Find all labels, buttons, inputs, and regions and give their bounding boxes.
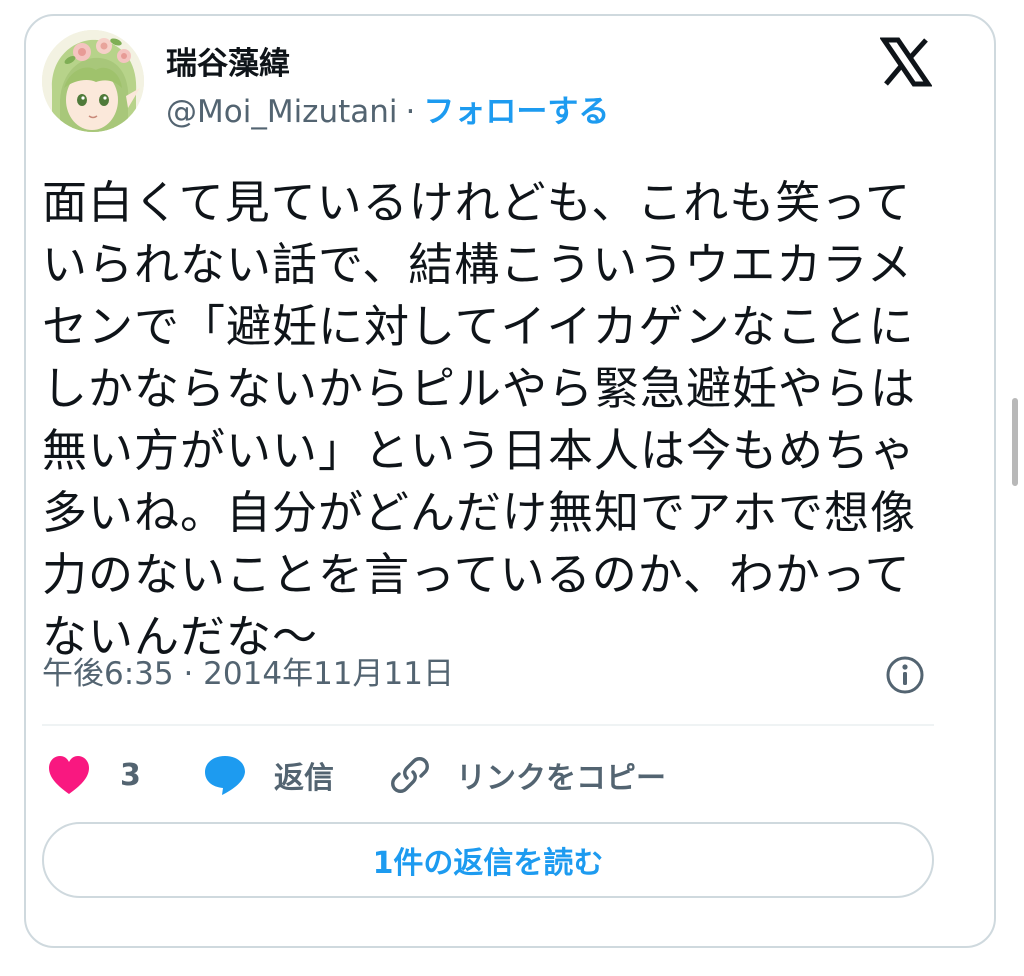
copy-link-label: リンクをコピー [456,761,666,796]
action-bar: 3 返信 リンクをコピー [42,744,934,806]
info-icon[interactable] [884,654,926,696]
tweet-text-line: いられない話で、結構こういうウエカラメ [42,238,913,291]
tweet-text-line: 多いね。自分がどんだけ無知でアホで想像 [42,486,917,539]
tweet-text-line: 力のないことを言っているのか、わかって [42,548,911,601]
tweet-timestamp[interactable]: 午後6:35 · 2014年11月11日 [42,654,454,694]
avatar[interactable] [42,30,144,132]
reply-button[interactable]: 返信 [202,744,334,806]
tweet-text-line: センで「避妊に対してイイカゲンなことに [42,300,915,353]
scrollbar[interactable] [1012,398,1018,486]
speech-bubble-icon [205,756,245,795]
x-logo-icon[interactable] [879,36,933,88]
read-replies-button[interactable]: 1件の返信を読む [42,822,934,898]
divider [42,724,934,726]
author-handle-row: @Moi_Mizutani · フォローする [166,92,609,132]
reply-label: 返信 [274,761,334,796]
like-count: 3 [120,757,141,793]
follow-button[interactable]: フォローする [423,94,609,130]
like-button[interactable]: 3 [46,744,141,806]
author-name[interactable]: 瑞谷藻緯 [166,44,290,84]
link-icon [391,757,429,793]
heart-icon [49,756,89,794]
separator-dot: · [405,94,416,130]
tweet-text-line: 無い方がいい」という日本人は今もめちゃ [42,424,917,477]
tweet-text: 面白くて見ているけれども、これも笑って いられない話で、結構こういうウエカラメ … [42,172,942,668]
tweet-text-line: 面白くて見ているけれども、これも笑って [42,176,912,229]
tweet-text-line: しかならないからピルやら緊急避妊やらは [42,362,917,415]
copy-link-button[interactable]: リンクをコピー [388,744,666,806]
author-handle[interactable]: @Moi_Mizutani [166,94,398,130]
